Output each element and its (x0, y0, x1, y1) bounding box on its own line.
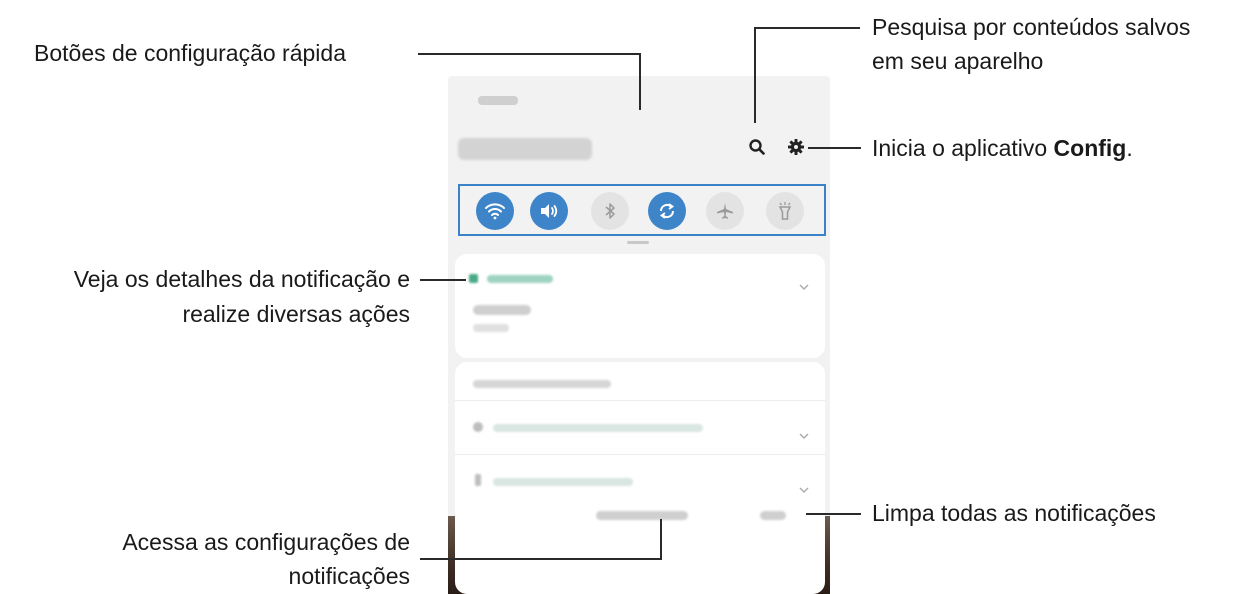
notification-settings-button[interactable] (596, 511, 688, 520)
clear-all-label: Limpa todas as notificações (872, 500, 1156, 526)
bluetooth-toggle[interactable] (591, 192, 629, 230)
notif-settings-label-line2: notificações (288, 563, 410, 589)
search-icon[interactable] (744, 134, 770, 160)
notif-settings-callout-line (420, 558, 662, 560)
search-label-line1: Pesquisa por conteúdos salvos (872, 14, 1191, 40)
notification-callout-line (420, 279, 466, 281)
notif-settings-callout-line (660, 519, 662, 560)
rotate-icon (659, 203, 675, 219)
search-callout-line (754, 27, 860, 29)
bluetooth-icon (605, 203, 615, 219)
status-bar-carrier (478, 96, 518, 105)
airplane-icon (717, 203, 733, 219)
sound-toggle[interactable] (530, 192, 568, 230)
quick-settings-label: Botões de configuração rápida (34, 40, 346, 66)
notification-label-line2: realize diversas ações (182, 301, 410, 327)
settings-label: Inicia o aplicativo Config. (872, 135, 1133, 161)
bolt-icon (475, 474, 481, 486)
app-icon (469, 274, 478, 283)
quick-settings-frame (458, 184, 826, 236)
status-icon (473, 422, 483, 432)
speaker-icon (541, 204, 558, 218)
chevron-down-icon[interactable] (799, 277, 809, 290)
quick-settings-callout-line (418, 53, 640, 55)
airplane-mode-toggle[interactable] (706, 192, 744, 230)
gear-icon[interactable] (783, 134, 809, 160)
list-item-text (493, 424, 703, 432)
chevron-down-icon[interactable] (799, 480, 809, 493)
date-time-display (458, 138, 592, 160)
settings-callout-line (808, 147, 861, 149)
notification-panel (448, 76, 830, 594)
notification-title (473, 305, 531, 315)
notif-settings-label-line1: Acessa as configurações de (122, 529, 410, 555)
search-callout-line (754, 27, 756, 123)
notification-card[interactable] (455, 254, 825, 358)
search-label-line2: em seu aparelho (872, 48, 1044, 74)
notification-text (473, 324, 509, 332)
quick-settings-callout-line (639, 53, 641, 110)
wifi-icon (485, 203, 505, 220)
app-name (487, 275, 553, 283)
notification-label-line1: Veja os detalhes da notificação e (73, 266, 410, 292)
chevron-down-icon[interactable] (799, 426, 809, 439)
list-item[interactable] (455, 402, 825, 452)
panel-drag-handle[interactable] (627, 241, 649, 244)
list-item[interactable] (455, 456, 825, 506)
list-item-text (493, 478, 633, 486)
flashlight-icon (778, 202, 792, 220)
flashlight-toggle[interactable] (766, 192, 804, 230)
group-header (473, 380, 611, 388)
clear-all-button[interactable] (760, 511, 786, 520)
clear-all-callout-line (806, 513, 861, 515)
auto-rotate-toggle[interactable] (648, 192, 686, 230)
wifi-toggle[interactable] (476, 192, 514, 230)
